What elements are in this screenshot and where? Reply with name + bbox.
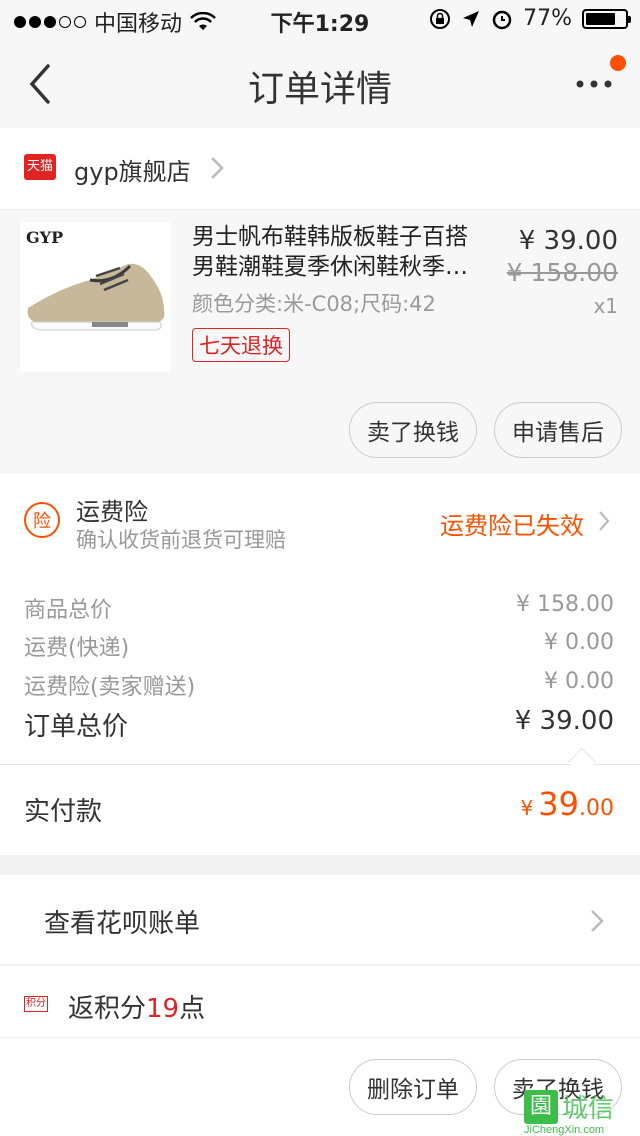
actual-payment-amount: ¥ 39.00 bbox=[520, 785, 614, 823]
insurance-description: 确认收货前退货可理赔 bbox=[76, 528, 286, 552]
summary-row-shipping: 运费(快递) ¥ 0.00 bbox=[24, 630, 614, 662]
battery-icon bbox=[582, 8, 631, 29]
product-title-line-2: 男鞋潮鞋夏季休闲鞋秋季… bbox=[192, 254, 468, 280]
shop-name[interactable]: gyp旗舰店 bbox=[74, 152, 191, 187]
watermark-site: JiChengXin.com bbox=[524, 1124, 605, 1136]
page-title: 订单详情 bbox=[247, 69, 392, 110]
order-total-value: ¥ 39.00 bbox=[514, 706, 614, 736]
insurance-icon: 险 bbox=[24, 502, 60, 538]
status-right: 77% bbox=[429, 6, 631, 31]
amount-decimal: .00 bbox=[579, 796, 614, 821]
summary-value: ¥ 0.00 bbox=[544, 630, 614, 655]
summary-row-total: 订单总价 ¥ 39.00 bbox=[24, 706, 614, 743]
more-icon[interactable] bbox=[574, 64, 614, 104]
points-prefix: 返积分 bbox=[68, 994, 147, 1024]
product-title-line-1: 男士帆布鞋韩版板鞋子百搭 bbox=[192, 224, 468, 250]
order-total-label: 订单总价 bbox=[24, 712, 129, 742]
summary-label: 运费险(卖家赠送) bbox=[24, 675, 196, 700]
after-sale-button[interactable]: 申请售后 bbox=[494, 402, 622, 458]
product-spec: 颜色分类:米-C08;尺码:42 bbox=[192, 292, 436, 316]
chevron-right-icon bbox=[591, 910, 604, 932]
summary-row-goods: 商品总价 ¥ 158.00 bbox=[24, 592, 614, 624]
product-thumbnail[interactable]: GYP bbox=[20, 222, 170, 372]
price-summary: 商品总价 ¥ 158.00 运费(快递) ¥ 0.00 运费险(卖家赠送) ¥ … bbox=[0, 566, 640, 777]
site-watermark: 園 城信 JiChengXin.com bbox=[524, 1086, 640, 1136]
insurance-title: 运费险 bbox=[76, 498, 148, 526]
sell-for-cash-button[interactable]: 卖了换钱 bbox=[349, 402, 477, 458]
chevron-right-icon bbox=[211, 157, 224, 179]
tmall-badge: 天猫 bbox=[24, 154, 56, 180]
summary-value: ¥ 0.00 bbox=[544, 669, 614, 694]
huabei-bill-row[interactable]: 查看花呗账单 bbox=[0, 875, 640, 965]
watermark-logo: 園 bbox=[524, 1090, 558, 1124]
currency-symbol: ¥ bbox=[520, 796, 534, 820]
notification-dot bbox=[610, 55, 626, 71]
product-item[interactable]: GYP 男士帆布鞋韩版板鞋子百搭 男鞋潮鞋夏季休闲鞋秋季… 颜色分类:米-C08… bbox=[0, 210, 640, 474]
insurance-status[interactable]: 运费险已失效 bbox=[440, 506, 584, 541]
return-policy-tag: 七天退换 bbox=[192, 328, 290, 362]
alarm-icon bbox=[492, 10, 512, 29]
points-number: 19 bbox=[146, 994, 180, 1024]
summary-row-insurance: 运费险(卖家赠送) ¥ 0.00 bbox=[24, 669, 614, 701]
points-text: 返积分19点 bbox=[68, 988, 205, 1025]
summary-label: 运费(快递) bbox=[24, 636, 130, 661]
actual-payment-row: 实付款 ¥ 39.00 bbox=[0, 765, 640, 855]
summary-value: ¥ 158.00 bbox=[516, 592, 614, 617]
battery-fill bbox=[586, 12, 616, 25]
actual-payment-label: 实付款 bbox=[24, 797, 103, 827]
summary-label: 商品总价 bbox=[24, 598, 113, 623]
delete-order-button[interactable]: 删除订单 bbox=[349, 1059, 477, 1115]
product-original-price: ¥ 158.00 bbox=[506, 258, 618, 287]
product-quantity: x1 bbox=[593, 294, 618, 318]
nav-bar: 订单详情 bbox=[0, 40, 640, 128]
huabei-bill-label: 查看花呗账单 bbox=[44, 909, 201, 939]
thumbnail-brand: GYP bbox=[26, 228, 64, 247]
points-suffix: 点 bbox=[179, 994, 206, 1024]
chevron-right-icon bbox=[599, 511, 610, 531]
product-price: ¥ 39.00 bbox=[518, 226, 618, 256]
shop-row[interactable]: 天猫 gyp旗舰店 bbox=[0, 128, 640, 210]
points-reward-row: 积分 返积分19点 bbox=[0, 966, 640, 1038]
amount-integer: 39 bbox=[538, 785, 579, 823]
watermark-text: 城信 bbox=[562, 1094, 615, 1124]
rotation-lock-icon bbox=[430, 8, 451, 29]
product-title[interactable]: 男士帆布鞋韩版板鞋子百搭 男鞋潮鞋夏季休闲鞋秋季… bbox=[192, 222, 492, 282]
battery-percent: 77% bbox=[523, 6, 572, 31]
shipping-insurance-row[interactable]: 险 运费险 确认收货前退货可理赔 运费险已失效 bbox=[0, 474, 640, 566]
location-icon bbox=[463, 10, 480, 27]
status-bar: 中国移动 下午1:29 77% bbox=[0, 0, 640, 40]
points-icon: 积分 bbox=[24, 996, 48, 1012]
